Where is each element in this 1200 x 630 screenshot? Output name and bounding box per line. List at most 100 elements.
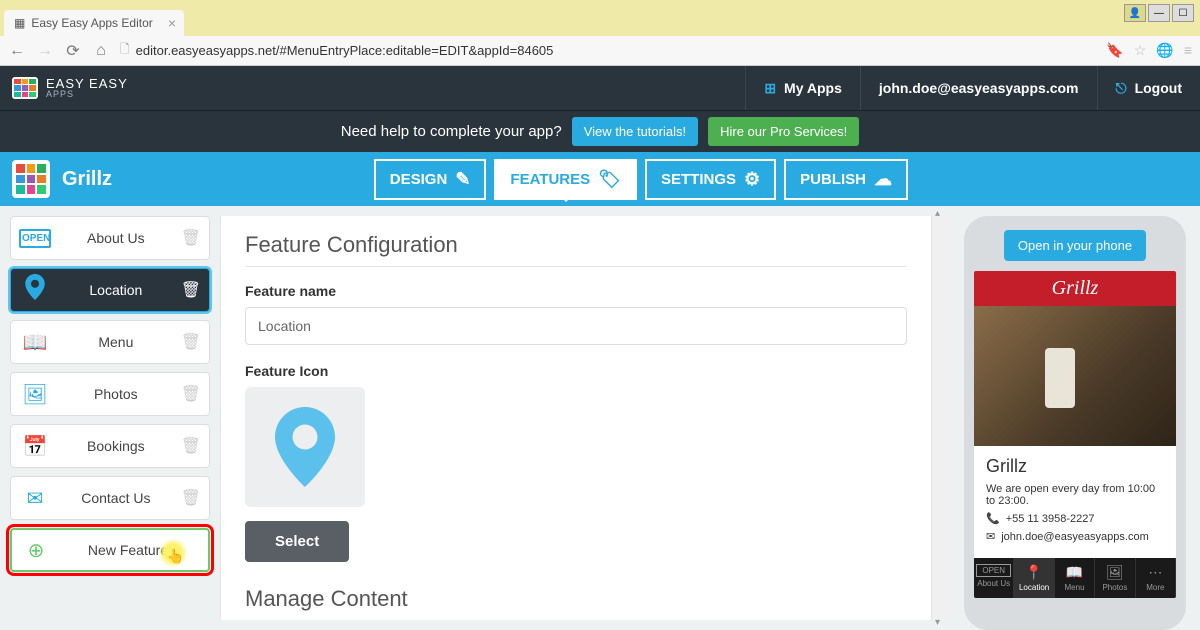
user-email-label: john.doe@easyeasyapps.com [879, 80, 1079, 96]
phone-tab-bar: OPENAbout Us 📍Location 📖Menu 🖼Photos ⋯Mo… [974, 558, 1176, 598]
help-bar: Need help to complete your app? View the… [0, 110, 1200, 152]
sidebar-item-location[interactable]: Location 🗑 [10, 268, 210, 312]
logout-link[interactable]: ⎋ Logout [1097, 66, 1200, 110]
phone-tab-photos[interactable]: 🖼Photos [1095, 558, 1135, 598]
scroll-down-icon[interactable]: ▾ [935, 617, 940, 628]
more-icon: ⋯ [1138, 564, 1173, 581]
sidebar-item-bookings[interactable]: 📅 Bookings 🗑 [10, 424, 210, 468]
pin-icon [275, 407, 335, 487]
tutorials-button[interactable]: View the tutorials! [572, 117, 698, 146]
select-icon-button[interactable]: Select [245, 521, 349, 562]
plus-circle-icon: ⊕ [20, 538, 52, 563]
sidebar-item-about[interactable]: OPEN About Us 🗑 [10, 216, 210, 260]
app-top-bar: EASY EASY APPS ⊞ My Apps john.doe@easyea… [0, 66, 1200, 110]
trash-icon[interactable]: 🗑 [181, 332, 201, 352]
tab-settings[interactable]: SETTINGS ⚙ [645, 159, 776, 200]
tag-icon: 🏷 [598, 169, 621, 190]
grid-icon: ⊞ [764, 80, 776, 97]
brush-icon: ✎ [455, 169, 470, 190]
page-icon: 🗋 [120, 40, 130, 61]
globe-icon[interactable]: 🌐 [1156, 42, 1173, 59]
close-icon[interactable]: × [168, 15, 176, 31]
user-icon[interactable]: 👤 [1124, 4, 1146, 22]
scroll-up-icon[interactable]: ▴ [935, 208, 940, 219]
pro-services-button[interactable]: Hire our Pro Services! [708, 117, 859, 146]
open-sign-icon: OPEN [976, 564, 1011, 577]
tab-title: Easy Easy Apps Editor [31, 16, 152, 30]
trash-icon[interactable]: 🗑 [181, 280, 201, 300]
manage-heading: Manage Content [245, 586, 907, 612]
book-icon: 📖 [19, 330, 51, 355]
sidebar-item-photos[interactable]: 🖼 Photos 🗑 [10, 372, 210, 416]
phone-tab-about[interactable]: OPENAbout Us [974, 558, 1014, 598]
minimize-button[interactable]: — [1148, 4, 1170, 22]
cursor-icon: 👆 [167, 548, 184, 565]
pin-icon: 📍 [1016, 564, 1051, 581]
maximize-button[interactable]: ☐ [1172, 4, 1194, 22]
logout-icon: ⎋ [1116, 80, 1127, 97]
new-feature-button[interactable]: ⊕ New Feature 👆 [10, 528, 210, 572]
user-email[interactable]: john.doe@easyeasyapps.com [860, 66, 1097, 110]
browser-tab[interactable]: ▦ Easy Easy Apps Editor × [4, 10, 184, 36]
back-icon[interactable]: ← [8, 42, 26, 60]
menu-icon[interactable]: ≡ [1184, 42, 1192, 59]
feature-sidebar: OPEN About Us 🗑 Location 🗑 📖 Menu 🗑 🖼 Ph… [0, 206, 220, 630]
brand-logo[interactable]: EASY EASY APPS [12, 77, 128, 99]
page-heading: Feature Configuration [245, 232, 907, 258]
phone-tab-menu[interactable]: 📖Menu [1055, 558, 1095, 598]
my-apps-link[interactable]: ⊞ My Apps [745, 66, 860, 110]
browser-tab-strip: ▦ Easy Easy Apps Editor × 👤 — ☐ [0, 0, 1200, 36]
address-bar: ← → ⟳ ⌂ 🗋 editor.easyeasyapps.net/#MenuE… [0, 36, 1200, 66]
window-controls: 👤 — ☐ [1124, 4, 1194, 22]
bookmark-icon[interactable]: 🔖 [1106, 42, 1123, 59]
pin-icon [19, 274, 51, 306]
sidebar-item-contact[interactable]: ✉ Contact Us 🗑 [10, 476, 210, 520]
tab-favicon: ▦ [14, 16, 25, 30]
url-input[interactable]: 🗋 editor.easyeasyapps.net/#MenuEntryPlac… [120, 40, 1096, 61]
content-panel: Feature Configuration Feature name Featu… [220, 216, 932, 620]
phone-hours: We are open every day from 10:00 to 23:0… [986, 483, 1164, 507]
app-icon [12, 160, 50, 198]
envelope-icon: ✉ [19, 486, 51, 511]
book-icon: 📖 [1057, 564, 1092, 581]
brand-line2: APPS [46, 90, 128, 99]
phone-tab-more[interactable]: ⋯More [1136, 558, 1176, 598]
phone-app-title: Grillz [986, 456, 1164, 477]
cloud-upload-icon: ☁ [874, 169, 892, 190]
trash-icon[interactable]: 🗑 [181, 436, 201, 456]
tab-design[interactable]: DESIGN ✎ [374, 159, 487, 200]
logo-icon [12, 77, 38, 99]
trash-icon[interactable]: 🗑 [181, 384, 201, 404]
url-text: editor.easyeasyapps.net/#MenuEntryPlace:… [136, 43, 554, 58]
phone-screen: Grillz Grillz We are open every day from… [974, 271, 1176, 598]
open-phone-button[interactable]: Open in your phone [1004, 230, 1146, 261]
tab-publish[interactable]: PUBLISH ☁ [784, 159, 908, 200]
scrollbar[interactable]: ▴ ▾ [932, 216, 950, 620]
my-apps-label: My Apps [784, 80, 842, 96]
home-icon[interactable]: ⌂ [92, 42, 110, 60]
forward-icon[interactable]: → [36, 42, 54, 60]
phone-hero-image [974, 306, 1176, 446]
reload-icon[interactable]: ⟳ [64, 41, 82, 61]
trash-icon[interactable]: 🗑 [181, 228, 201, 248]
phone-number: 📞+55 11 3958-2227 [986, 512, 1164, 525]
gear-icon: ⚙ [744, 169, 760, 190]
tab-features[interactable]: FEATURES 🏷 [494, 159, 637, 200]
app-name: Grillz [62, 168, 362, 191]
help-prompt: Need help to complete your app? [341, 123, 562, 140]
feature-icon-label: Feature Icon [245, 363, 907, 379]
phone-tab-location[interactable]: 📍Location [1014, 558, 1054, 598]
open-sign-icon: OPEN [19, 229, 51, 248]
image-icon: 🖼 [19, 382, 51, 407]
feature-name-label: Feature name [245, 283, 907, 299]
star-icon[interactable]: ☆ [1134, 42, 1147, 59]
feature-name-input[interactable] [245, 307, 907, 345]
trash-icon[interactable]: 🗑 [181, 488, 201, 508]
feature-icon-preview [245, 387, 365, 507]
image-icon: 🖼 [1097, 564, 1132, 581]
calendar-icon: 📅 [19, 434, 51, 459]
envelope-icon: ✉ [986, 530, 995, 543]
main-nav: Grillz DESIGN ✎ FEATURES 🏷 SETTINGS ⚙ PU… [0, 152, 1200, 206]
sidebar-item-menu[interactable]: 📖 Menu 🗑 [10, 320, 210, 364]
phone-icon: 📞 [986, 512, 1000, 525]
